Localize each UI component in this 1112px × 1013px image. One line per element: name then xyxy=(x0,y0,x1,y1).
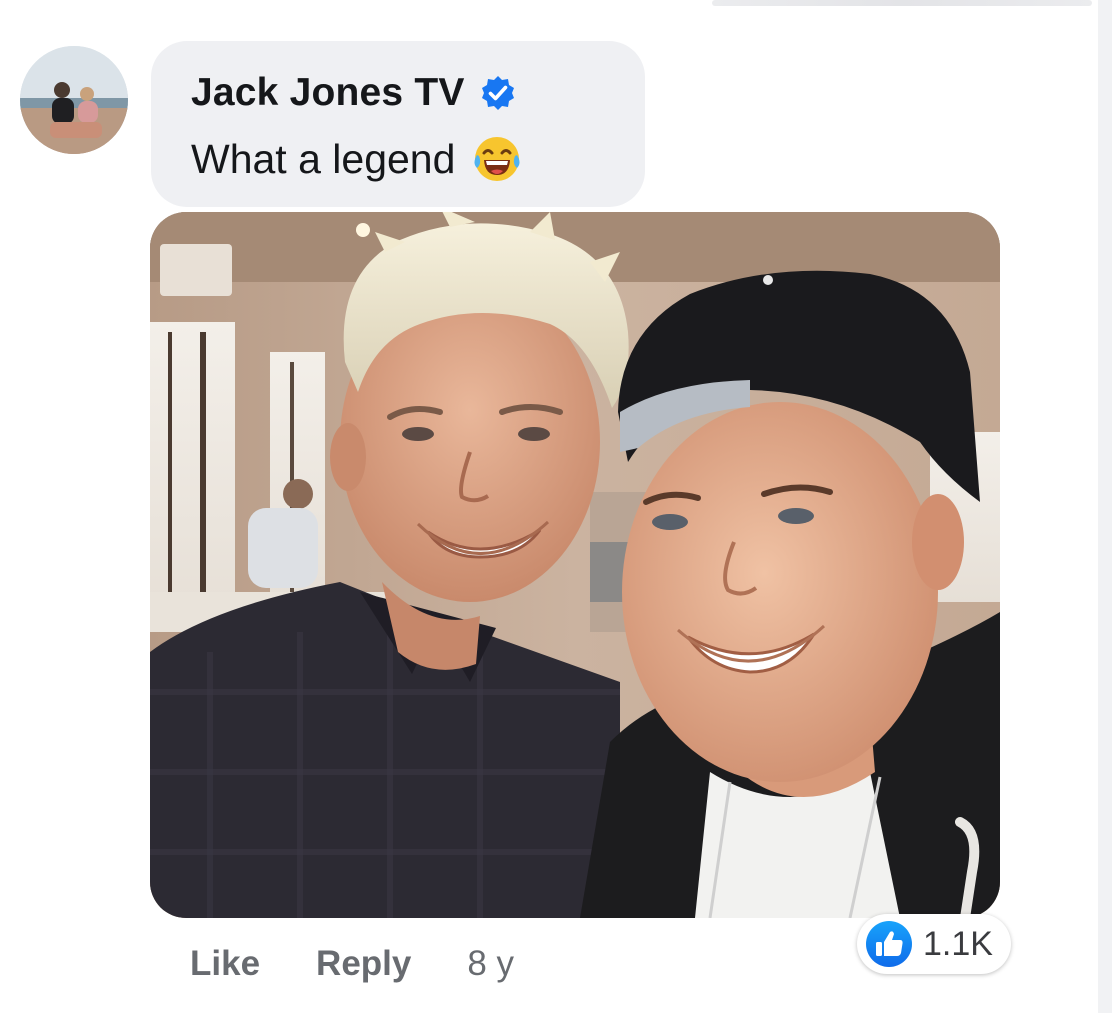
reply-button[interactable]: Reply xyxy=(316,944,411,984)
comment-bubble: Jack Jones TV What a legend xyxy=(151,41,645,207)
laughing-tears-emoji-icon xyxy=(471,133,523,185)
side-strip xyxy=(1098,0,1112,1013)
avatar[interactable] xyxy=(20,46,128,154)
comment-timestamp[interactable]: 8 y xyxy=(467,944,514,984)
verified-badge-icon xyxy=(479,74,517,112)
profile-photo-image xyxy=(20,46,128,154)
comment-actions: Like Reply 8 y xyxy=(190,944,514,984)
attached-photo[interactable] xyxy=(150,212,1000,918)
author-name[interactable]: Jack Jones TV xyxy=(191,71,465,115)
like-button[interactable]: Like xyxy=(190,944,260,984)
selfie-photo-image xyxy=(150,212,1000,918)
reaction-summary[interactable]: 1.1K xyxy=(857,914,1011,974)
comment-screen: Jack Jones TV What a legend Like Reply 8… xyxy=(0,0,1112,1013)
reaction-count: 1.1K xyxy=(923,924,993,963)
comment-body: What a legend xyxy=(191,133,523,185)
comment-author[interactable]: Jack Jones TV xyxy=(191,71,517,115)
comment-text: What a legend xyxy=(191,135,456,182)
thumbs-up-icon xyxy=(865,920,913,968)
previous-comment-edge xyxy=(712,0,1092,6)
